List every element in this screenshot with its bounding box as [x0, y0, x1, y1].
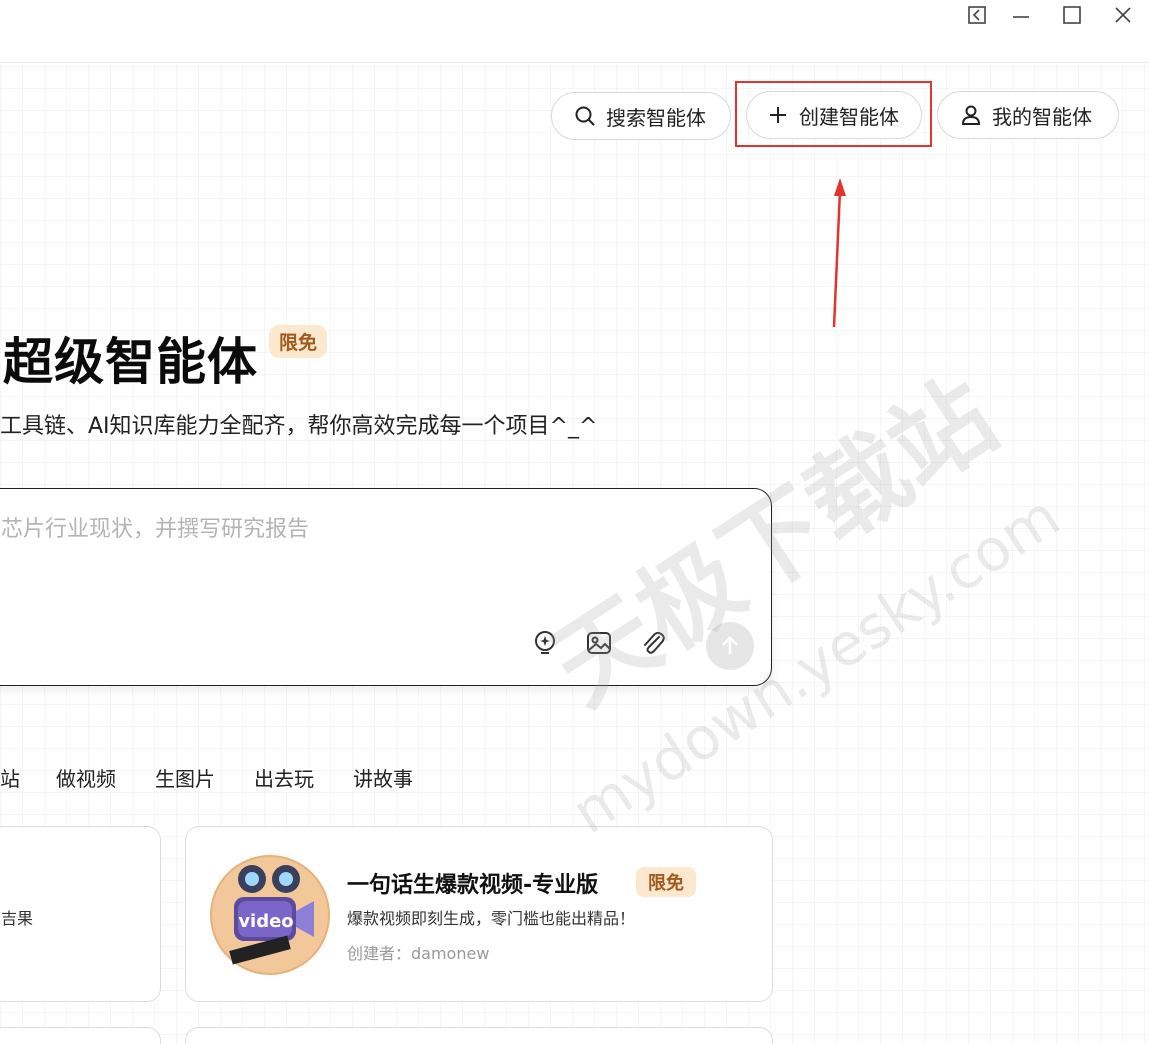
page-subtitle: 工具链、AI知识库能力全配齐，帮你高效完成每一个项目^_^ — [0, 414, 598, 439]
category-tab-image[interactable]: 生图片 — [155, 763, 215, 792]
card-author: 创建者：damonew — [347, 944, 490, 963]
prompt-placeholder[interactable]: 芯片行业现状，并撰写研究报告 — [1, 511, 309, 543]
search-agent-button[interactable]: 搜索智能体 — [551, 92, 731, 140]
maximize-icon[interactable] — [1057, 2, 1087, 28]
search-icon — [574, 105, 596, 127]
annotation-highlight-box — [735, 81, 932, 147]
agent-card-partial[interactable]: 吉果 — [0, 826, 161, 1002]
card-desc-partial: 吉果 — [1, 909, 34, 928]
video-camera-avatar: video — [210, 855, 330, 975]
category-tab-video[interactable]: 做视频 — [56, 763, 116, 792]
agent-card-video[interactable]: video 一句话生爆款视频-专业版 限免 爆款视频即刻生成，零门槛也能出精品！… — [185, 826, 773, 1002]
category-tab-story[interactable]: 讲故事 — [353, 763, 413, 792]
image-upload-icon[interactable] — [585, 629, 613, 657]
page-title: 超级智能体 — [3, 333, 258, 391]
minimize-icon[interactable] — [1006, 2, 1036, 28]
prompt-input-box[interactable]: 芯片行业现状，并撰写研究报告 — [0, 488, 772, 686]
search-agent-label: 搜索智能体 — [606, 105, 706, 130]
arrow-up-icon — [722, 636, 738, 654]
card-free-badge: 限免 — [636, 867, 696, 897]
paperclip-icon[interactable] — [639, 629, 667, 657]
user-icon — [960, 104, 982, 126]
restore-panel-icon[interactable] — [962, 2, 992, 28]
category-tab-0[interactable]: 站 — [0, 763, 20, 792]
card-description: 爆款视频即刻生成，零门槛也能出精品！ — [347, 909, 636, 928]
send-button[interactable] — [706, 622, 754, 670]
inspiration-bulb-icon[interactable] — [531, 629, 559, 657]
agent-card-row2-partial[interactable] — [0, 1027, 161, 1044]
agent-card-row2[interactable] — [185, 1027, 773, 1044]
close-icon[interactable] — [1108, 2, 1138, 28]
title-bar — [0, 0, 1149, 63]
my-agents-button[interactable]: 我的智能体 — [937, 91, 1119, 139]
avatar-video-text: video — [238, 911, 293, 932]
card-title: 一句话生爆款视频-专业版 — [347, 873, 599, 898]
free-badge: 限免 — [269, 325, 328, 358]
my-agents-label: 我的智能体 — [992, 104, 1092, 129]
annotation-arrow — [832, 178, 846, 328]
category-tab-travel[interactable]: 出去玩 — [254, 763, 314, 792]
